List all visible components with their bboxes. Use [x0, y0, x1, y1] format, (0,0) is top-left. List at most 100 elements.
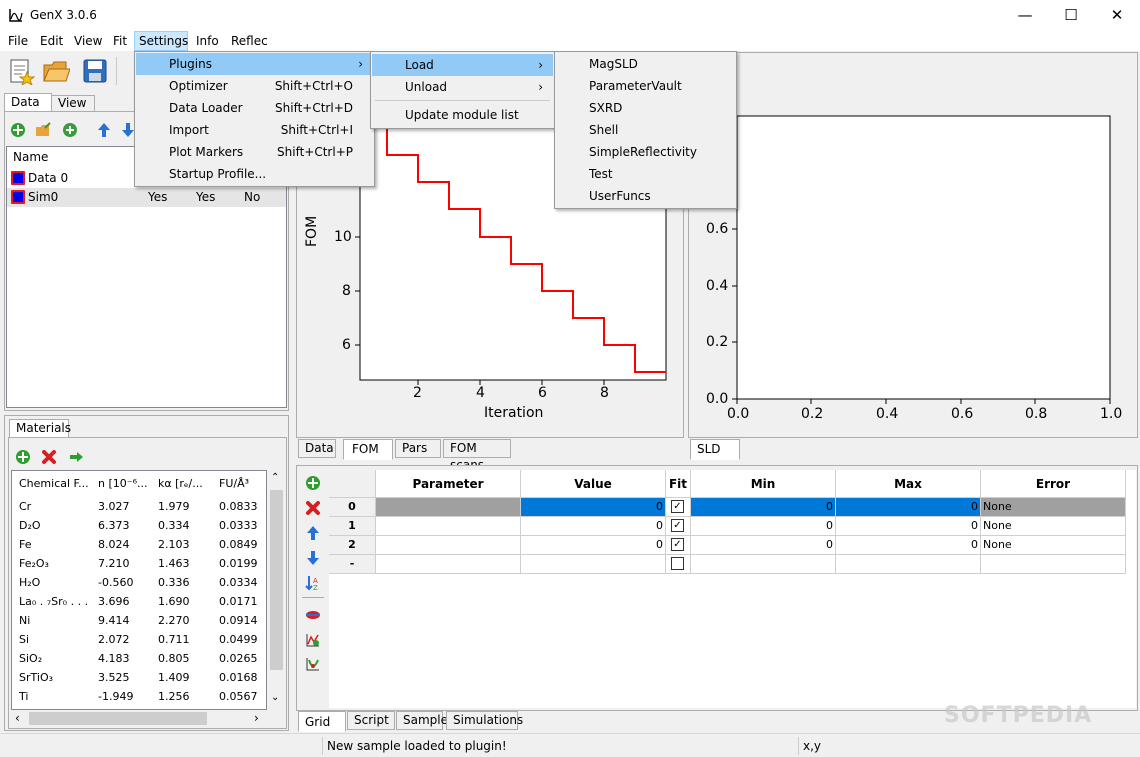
grid-cell-max[interactable]: 0: [836, 498, 981, 517]
grid-cell-value[interactable]: 0: [521, 536, 666, 555]
materials-hscrollbar[interactable]: ‹ ›: [11, 710, 268, 727]
scroll-thumb[interactable]: [270, 490, 283, 670]
project-fom-icon[interactable]: [305, 607, 321, 623]
load-plugin-item[interactable]: Test: [556, 163, 735, 185]
grid-cell-max[interactable]: [836, 555, 981, 574]
grid-cell-max[interactable]: 0: [836, 536, 981, 555]
settings-menu-item[interactable]: Plugins ›: [136, 53, 373, 75]
grid-cell-fit[interactable]: ✓: [666, 498, 691, 517]
grid-cell-min[interactable]: [691, 555, 836, 574]
tab-plot-pars[interactable]: Pars: [395, 439, 441, 458]
grid-row-header[interactable]: 0: [329, 498, 376, 517]
move-up-icon[interactable]: [96, 122, 112, 138]
material-row[interactable]: SrTiO₃ 3.525 1.409 0.0168: [12, 669, 268, 688]
grid-cell-parameter[interactable]: [376, 517, 521, 536]
tab-plot-fomscans[interactable]: FOM scans: [443, 439, 511, 472]
material-row[interactable]: SiO₂ 4.183 0.805 0.0265: [12, 650, 268, 669]
grid-row-header[interactable]: -: [329, 555, 376, 574]
grid-col-max[interactable]: Max: [836, 470, 981, 498]
settings-menu-item[interactable]: Plot Markers Shift+Ctrl+P: [136, 141, 373, 163]
load-plugin-item[interactable]: SXRD: [556, 97, 735, 119]
materials-col-fu[interactable]: FU/Å³: [219, 477, 249, 490]
scroll-up-icon[interactable]: ⌃: [271, 472, 279, 483]
grid-cell-error[interactable]: [981, 555, 1126, 574]
import-data-icon[interactable]: [35, 122, 51, 138]
add-material-icon[interactable]: [15, 449, 31, 465]
fit-range-icon[interactable]: [305, 656, 321, 672]
menu-view[interactable]: View: [70, 31, 106, 51]
add-row-icon[interactable]: [305, 475, 321, 491]
grid-cell-parameter[interactable]: [376, 555, 521, 574]
add-data-icon[interactable]: [10, 122, 26, 138]
fit-checkbox[interactable]: ✓: [671, 519, 684, 532]
tab-plot-fom[interactable]: FOM: [343, 439, 393, 460]
scroll-down-icon[interactable]: ⌄: [271, 692, 279, 703]
tab-sample[interactable]: Sample: [396, 711, 448, 730]
save-icon[interactable]: [81, 57, 109, 85]
load-plugin-item[interactable]: UserFuncs: [556, 185, 735, 207]
open-folder-icon[interactable]: [42, 57, 70, 85]
grid-cell-parameter[interactable]: [376, 536, 521, 555]
tab-materials[interactable]: Materials: [9, 419, 71, 438]
fit-checkbox[interactable]: [671, 557, 684, 570]
material-row[interactable]: Fe₂O₃ 7.210 1.463 0.0199: [12, 555, 268, 574]
materials-col-k[interactable]: kα [rₑ/...: [158, 477, 203, 490]
grid-cell-value[interactable]: 0: [521, 517, 666, 536]
material-row[interactable]: Cr 3.027 1.979 0.0833: [12, 498, 268, 517]
data-row-1[interactable]: Sim0 Yes Yes No: [7, 188, 286, 207]
tab-grid[interactable]: Grid: [298, 711, 346, 732]
menu-fit[interactable]: Fit: [109, 31, 131, 51]
grid-col-value[interactable]: Value: [521, 470, 666, 498]
material-row[interactable]: La₀ . ₇Sr₀ . . . 3.696 1.690 0.0171: [12, 593, 268, 612]
grid-col-min[interactable]: Min: [691, 470, 836, 498]
grid-row-header[interactable]: 1: [329, 517, 376, 536]
scroll-left-icon[interactable]: ‹: [15, 711, 20, 725]
menu-file[interactable]: File: [4, 31, 32, 51]
tab-data[interactable]: Data: [4, 93, 52, 112]
grid-col-parameter[interactable]: Parameter: [376, 470, 521, 498]
tab-plot-data[interactable]: Data: [298, 439, 336, 458]
maximize-button[interactable]: ☐: [1048, 0, 1094, 31]
grid-col-error[interactable]: Error: [981, 470, 1126, 498]
menu-reflec[interactable]: Reflec: [227, 31, 272, 51]
settings-menu-item[interactable]: Startup Profile...: [136, 163, 373, 185]
row-down-icon[interactable]: [305, 550, 321, 566]
tab-script[interactable]: Script: [347, 711, 395, 730]
minimize-button[interactable]: —: [1002, 0, 1048, 31]
menu-info[interactable]: Info: [192, 31, 223, 51]
fit-checkbox[interactable]: ✓: [671, 538, 684, 551]
grid-cell-fit[interactable]: ✓: [666, 517, 691, 536]
grid-cell-value[interactable]: [521, 555, 666, 574]
material-row[interactable]: Fe 8.024 2.103 0.0849: [12, 536, 268, 555]
menu-edit[interactable]: Edit: [36, 31, 67, 51]
delete-material-icon[interactable]: [41, 449, 57, 465]
grid-cell-fit[interactable]: [666, 555, 691, 574]
materials-vscrollbar[interactable]: ⌃ ⌄: [268, 470, 285, 710]
tab-view[interactable]: View: [51, 95, 95, 112]
scan-parameter-icon[interactable]: [305, 632, 321, 648]
material-row[interactable]: D₂O 6.373 0.334 0.0333: [12, 517, 268, 536]
tab-simulations[interactable]: Simulations: [446, 711, 523, 730]
grid-cell-min[interactable]: 0: [691, 517, 836, 536]
grid-cell-value[interactable]: 0: [521, 498, 666, 517]
delete-row-icon[interactable]: [305, 500, 321, 516]
material-row[interactable]: Ni 9.414 2.270 0.0914: [12, 612, 268, 631]
menu-settings[interactable]: Settings: [134, 31, 188, 51]
materials-col-formula[interactable]: Chemical F...: [19, 477, 89, 490]
materials-col-n[interactable]: n [10⁻⁶...: [98, 477, 147, 490]
fit-checkbox[interactable]: ✓: [671, 500, 684, 513]
load-plugin-item[interactable]: MagSLD: [556, 53, 735, 75]
sort-icon[interactable]: AZ: [305, 575, 321, 591]
calc-data-icon[interactable]: [62, 122, 78, 138]
grid-cell-max[interactable]: 0: [836, 517, 981, 536]
settings-menu-item[interactable]: Data Loader Shift+Ctrl+D: [136, 97, 373, 119]
grid-cell-min[interactable]: 0: [691, 498, 836, 517]
menu-item-unload[interactable]: Unload ›: [372, 76, 553, 98]
grid-cell-parameter[interactable]: [376, 498, 521, 517]
grid-cell-min[interactable]: 0: [691, 536, 836, 555]
grid-cell-error[interactable]: None: [981, 517, 1126, 536]
row-up-icon[interactable]: [305, 525, 321, 541]
material-row[interactable]: Si 2.072 0.711 0.0499: [12, 631, 268, 650]
new-file-icon[interactable]: [7, 57, 35, 85]
grid-cell-fit[interactable]: ✓: [666, 536, 691, 555]
